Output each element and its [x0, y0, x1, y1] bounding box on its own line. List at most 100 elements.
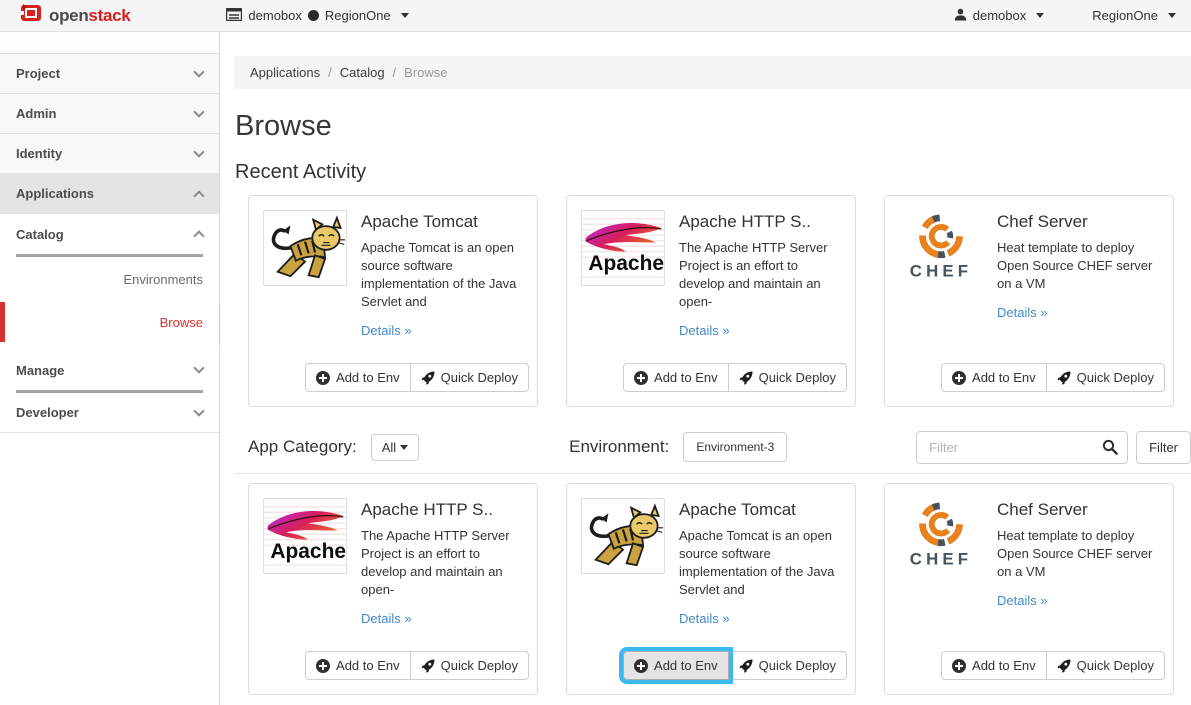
tomcat-logo-icon	[263, 210, 347, 286]
sidebar-item-project[interactable]: Project	[0, 54, 219, 94]
add-to-env-button[interactable]: Add to Env	[623, 363, 729, 392]
details-link[interactable]: Details »	[361, 323, 412, 338]
filter-row: App Category: All Environment: Environme…	[234, 430, 1191, 464]
quick-deploy-button[interactable]: Quick Deploy	[1046, 363, 1165, 392]
chevron-down-icon	[193, 405, 204, 416]
add-to-env-button[interactable]: Add to Env	[305, 363, 411, 392]
app-description: The Apache HTTP Server Project is an eff…	[361, 527, 523, 599]
quick-deploy-button[interactable]: Quick Deploy	[410, 651, 529, 680]
search-icon[interactable]	[1102, 439, 1118, 460]
sidebar-item-admin[interactable]: Admin	[0, 94, 219, 134]
add-to-env-button-highlighted[interactable]: Add to Env	[623, 651, 729, 680]
add-to-env-button[interactable]: Add to Env	[941, 651, 1047, 680]
page-title: Browse	[235, 110, 1191, 143]
app-card-chef: CHEF Chef Server Heat template to deploy…	[884, 195, 1174, 407]
region-menu-label: RegionOne	[1092, 8, 1158, 23]
chevron-up-icon	[193, 190, 204, 201]
user-menu[interactable]: demobox	[954, 8, 1044, 24]
svg-text:Apache: Apache	[270, 540, 346, 563]
apache-logo-icon: Apache	[581, 210, 665, 286]
app-description: Apache Tomcat is an open source software…	[361, 239, 523, 311]
app-title: Apache Tomcat	[679, 500, 841, 520]
main-content: Applications / Catalog / Browse Browse R…	[234, 56, 1191, 695]
rocket-icon	[1057, 659, 1071, 673]
sidebar-item-developer[interactable]: Developer	[0, 393, 219, 433]
details-link[interactable]: Details »	[997, 305, 1048, 320]
rocket-icon	[421, 659, 435, 673]
sidebar: Project Admin Identity Applications Cata…	[0, 32, 220, 705]
rocket-icon	[739, 371, 753, 385]
sidebar-top-spacer	[0, 32, 219, 54]
app-description: Apache Tomcat is an open source software…	[679, 527, 841, 599]
breadcrumb: Applications / Catalog / Browse	[234, 56, 1191, 89]
openstack-cube-icon	[20, 3, 42, 28]
user-icon	[954, 8, 967, 24]
app-title: Chef Server	[997, 212, 1159, 232]
region-menu[interactable]: RegionOne	[1092, 8, 1176, 23]
caret-down-icon	[401, 13, 409, 18]
breadcrumb-applications[interactable]: Applications	[250, 65, 320, 80]
svg-text:CHEF: CHEF	[910, 550, 972, 569]
catalog-cards: Apache Apache HTTP S.. The Apache HTTP S…	[234, 483, 1191, 695]
openstack-wordmark: openstack	[49, 6, 130, 26]
plus-circle-icon	[634, 371, 648, 385]
app-category-label: App Category:	[248, 437, 357, 457]
details-link[interactable]: Details »	[679, 323, 730, 338]
filter-input[interactable]	[916, 431, 1128, 464]
plus-circle-icon	[952, 659, 966, 673]
caret-down-icon	[400, 445, 408, 450]
app-description: The Apache HTTP Server Project is an eff…	[679, 239, 841, 311]
switcher-region-name: RegionOne	[325, 8, 391, 23]
chevron-up-icon	[193, 230, 204, 241]
dot-separator-icon	[308, 10, 319, 21]
rocket-icon	[739, 659, 753, 673]
details-link[interactable]: Details »	[679, 611, 730, 626]
top-header: openstack demobox RegionOne demobox	[0, 0, 1191, 32]
plus-circle-icon	[316, 371, 330, 385]
sidebar-item-browse[interactable]: Browse	[0, 302, 219, 342]
user-menu-label: demobox	[973, 8, 1026, 23]
quick-deploy-button[interactable]: Quick Deploy	[728, 363, 847, 392]
quick-deploy-button[interactable]: Quick Deploy	[1046, 651, 1165, 680]
details-link[interactable]: Details »	[361, 611, 412, 626]
app-title: Apache HTTP S..	[361, 500, 523, 520]
app-card-tomcat: Apache Tomcat Apache Tomcat is an open s…	[248, 195, 538, 407]
recent-activity-heading: Recent Activity	[235, 161, 1191, 184]
recent-activity-cards: Apache Tomcat Apache Tomcat is an open s…	[234, 195, 1191, 407]
details-link[interactable]: Details »	[997, 593, 1048, 608]
sidebar-item-catalog[interactable]: Catalog	[0, 214, 219, 254]
domain-list-icon	[226, 8, 242, 24]
chevron-down-icon	[193, 66, 204, 77]
sidebar-gap	[0, 342, 219, 350]
environment-label: Environment:	[569, 437, 669, 457]
plus-circle-icon	[316, 659, 330, 673]
app-title: Apache HTTP S..	[679, 212, 841, 232]
rocket-icon	[421, 371, 435, 385]
environment-select-button[interactable]: Environment-3	[683, 432, 787, 462]
sidebar-item-applications[interactable]: Applications	[0, 174, 219, 214]
rocket-icon	[1057, 371, 1071, 385]
caret-down-icon	[1036, 13, 1044, 18]
chevron-down-icon	[193, 362, 204, 373]
tomcat-logo-icon	[581, 498, 665, 574]
sidebar-item-environments[interactable]: Environments	[0, 257, 219, 302]
app-card-apache: Apache Apache HTTP S.. The Apache HTTP S…	[248, 483, 538, 695]
app-category-dropdown[interactable]: All	[371, 434, 419, 461]
breadcrumb-browse: Browse	[404, 65, 447, 80]
app-card-chef: CHEF Chef Server Heat template to deploy…	[884, 483, 1174, 695]
sidebar-item-manage[interactable]: Manage	[0, 350, 219, 390]
filter-button[interactable]: Filter	[1136, 431, 1191, 464]
app-card-apache: Apache Apache HTTP S.. The Apache HTTP S…	[566, 195, 856, 407]
quick-deploy-button[interactable]: Quick Deploy	[728, 651, 847, 680]
openstack-logo[interactable]: openstack	[20, 3, 130, 28]
add-to-env-button[interactable]: Add to Env	[305, 651, 411, 680]
add-to-env-button[interactable]: Add to Env	[941, 363, 1047, 392]
filter-search	[916, 431, 1128, 464]
app-card-tomcat: Apache Tomcat Apache Tomcat is an open s…	[566, 483, 856, 695]
breadcrumb-catalog[interactable]: Catalog	[340, 65, 385, 80]
project-region-switcher[interactable]: demobox RegionOne	[226, 8, 408, 24]
app-description: Heat template to deploy Open Source CHEF…	[997, 239, 1159, 293]
app-title: Apache Tomcat	[361, 212, 523, 232]
quick-deploy-button[interactable]: Quick Deploy	[410, 363, 529, 392]
sidebar-item-identity[interactable]: Identity	[0, 134, 219, 174]
